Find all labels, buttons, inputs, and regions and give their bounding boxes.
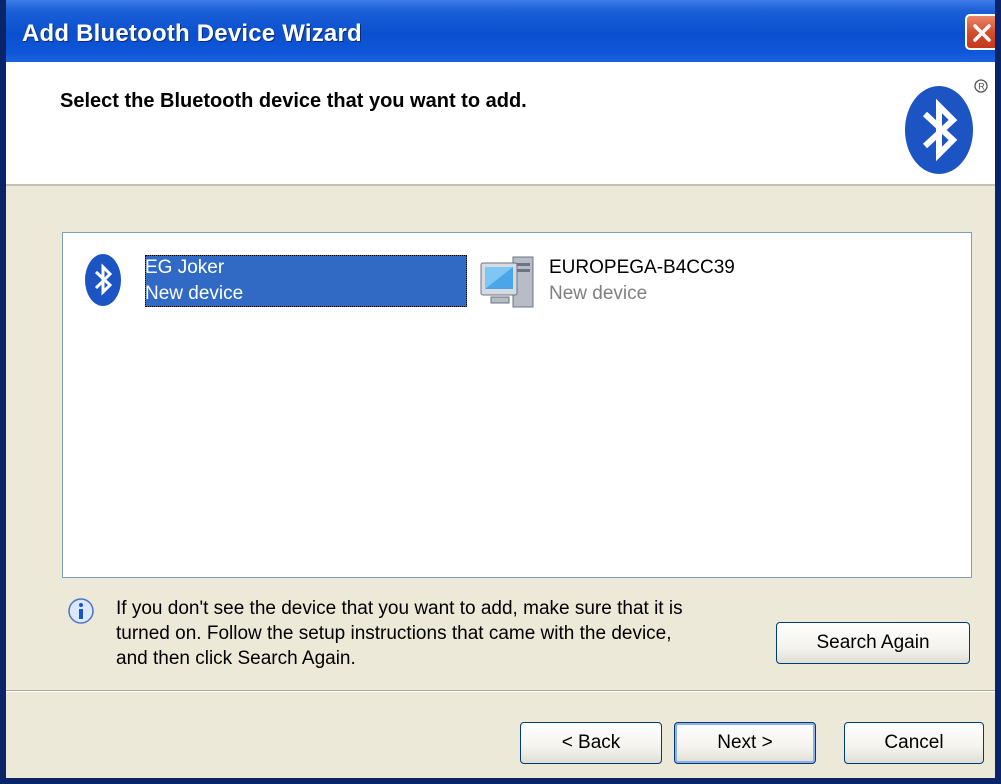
title-bar[interactable]: Add Bluetooth Device Wizard [6, 0, 995, 62]
next-button[interactable]: Next > [674, 722, 816, 764]
device-list[interactable]: EG Joker New device EUROPEGA-B4CC39 New … [62, 232, 972, 578]
info-icon [68, 598, 94, 624]
back-button[interactable]: < Back [520, 722, 662, 764]
page-title: Select the Bluetooth device that you wan… [60, 90, 527, 112]
computer-icon [480, 256, 534, 308]
device-label: EUROPEGA-B4CC39 New device [549, 255, 779, 307]
info-message: If you don't see the device that you wan… [116, 596, 776, 671]
bluetooth-logo-icon: R [905, 79, 988, 174]
info-line: If you don't see the device that you wan… [116, 598, 683, 619]
device-status: New device [549, 283, 648, 304]
device-name: EG Joker [145, 257, 225, 278]
window-title: Add Bluetooth Device Wizard [22, 20, 362, 47]
wizard-header: Select the Bluetooth device that you wan… [6, 62, 995, 186]
info-line: and then click Search Again. [116, 648, 356, 669]
device-status: New device [145, 283, 244, 304]
info-line: turned on. Follow the setup instructions… [116, 623, 672, 644]
close-icon [973, 24, 991, 42]
wizard-window: Add Bluetooth Device Wizard Select the B… [0, 0, 1001, 784]
svg-text:R: R [978, 82, 985, 92]
device-label: EG Joker New device [145, 255, 467, 307]
list-item[interactable]: EG Joker New device [83, 251, 473, 311]
search-again-button[interactable]: Search Again [776, 622, 970, 664]
bluetooth-icon [85, 254, 121, 306]
list-item[interactable]: EUROPEGA-B4CC39 New device [479, 251, 779, 311]
close-button[interactable] [965, 14, 995, 50]
device-name: EUROPEGA-B4CC39 [549, 257, 735, 278]
separator [6, 690, 995, 692]
cancel-button[interactable]: Cancel [844, 722, 984, 764]
